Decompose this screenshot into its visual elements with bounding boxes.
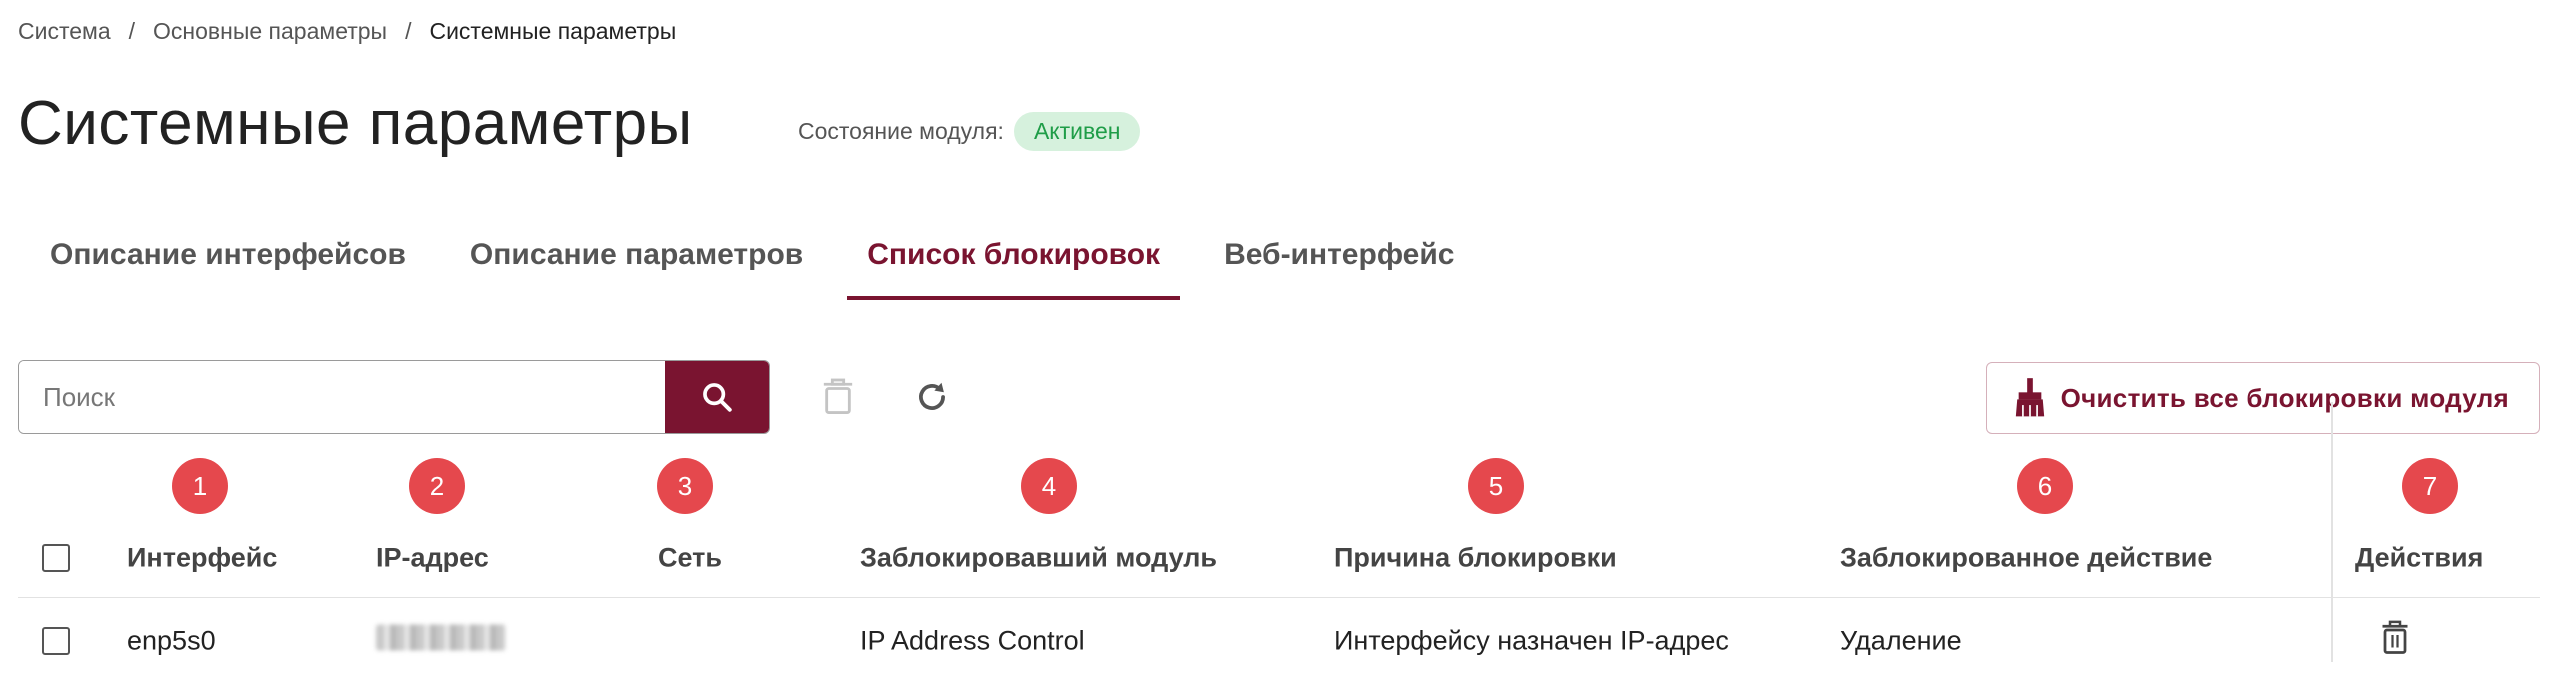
cell-action: Удаление: [1840, 625, 1962, 656]
delete-row-button[interactable]: [2380, 620, 2410, 663]
column-header-action[interactable]: Заблокированное действие: [1840, 542, 2212, 573]
lock-table: 1 2 3 4 5 6 7 Интерфейс IP-адрес Сеть За…: [18, 402, 2540, 684]
cell-ip: [376, 624, 506, 658]
annotation-marker: 2: [409, 458, 465, 514]
column-header-actions: Действия: [2355, 542, 2484, 572]
select-all-checkbox[interactable]: [42, 543, 70, 572]
annotation-marker: 3: [657, 458, 713, 514]
search-icon: [703, 383, 732, 412]
annotation-marker: 4: [1021, 458, 1077, 514]
column-header-ip[interactable]: IP-адрес: [376, 542, 489, 573]
blurred-ip-value: [376, 624, 506, 651]
column-header-interface[interactable]: Интерфейс: [127, 542, 277, 573]
module-state: Состояние модуля: Активен: [798, 112, 1141, 151]
cell-module: IP Address Control: [860, 625, 1085, 656]
status-badge: Активен: [1013, 112, 1141, 151]
annotation-marker: 6: [2017, 458, 2073, 514]
breadcrumb-item-system[interactable]: Система: [18, 18, 111, 45]
breadcrumb: Система / Основные параметры / Системные…: [18, 18, 676, 45]
refresh-button[interactable]: [906, 371, 958, 423]
tab-web-interface[interactable]: Веб-интерфейс: [1204, 220, 1474, 300]
row-checkbox[interactable]: [42, 627, 70, 655]
delete-row-icon: [2382, 620, 2408, 654]
cell-interface: enp5s0: [127, 625, 216, 656]
breadcrumb-separator: /: [128, 18, 136, 44]
column-header-network[interactable]: Сеть: [658, 542, 722, 573]
search-box: [18, 360, 770, 434]
tab-lock-list[interactable]: Список блокировок: [847, 220, 1181, 300]
annotation-marker: 7: [2402, 458, 2458, 514]
search-input[interactable]: [19, 361, 665, 433]
table-header: Интерфейс IP-адрес Сеть Заблокировавший …: [18, 518, 2540, 598]
toolbar: [18, 360, 958, 434]
annotation-marker: 1: [172, 458, 228, 514]
column-header-module[interactable]: Заблокировавший модуль: [860, 542, 1217, 573]
search-button[interactable]: [665, 361, 769, 433]
breadcrumb-item-current: Системные параметры: [429, 18, 677, 44]
breadcrumb-separator: /: [405, 18, 412, 44]
page-title: Системные параметры: [18, 89, 693, 158]
tab-bar: Описание интерфейсов Описание параметров…: [30, 220, 1498, 300]
delete-selected-button[interactable]: [812, 371, 864, 423]
clear-all-locks-label: Очистить все блокировки модуля: [2060, 382, 2509, 413]
column-header-reason[interactable]: Причина блокировки: [1334, 542, 1617, 573]
tab-interfaces[interactable]: Описание интерфейсов: [30, 220, 426, 300]
refresh-icon: [919, 382, 945, 410]
tab-parameters[interactable]: Описание параметров: [450, 220, 823, 300]
broom-icon: [2015, 378, 2044, 417]
breadcrumb-item-basic-params[interactable]: Основные параметры: [153, 18, 387, 45]
annotation-row: 1 2 3 4 5 6 7: [18, 402, 2540, 662]
module-state-label: Состояние модуля:: [798, 118, 1004, 144]
trash-icon: [823, 378, 853, 414]
clear-all-locks-button[interactable]: Очистить все блокировки модуля: [1985, 362, 2540, 434]
table-row: enp5s0 IP Address Control Интерфейсу наз…: [18, 598, 2540, 684]
annotation-marker: 5: [1468, 458, 1524, 514]
cell-reason: Интерфейсу назначен IP-адрес: [1334, 625, 1729, 656]
